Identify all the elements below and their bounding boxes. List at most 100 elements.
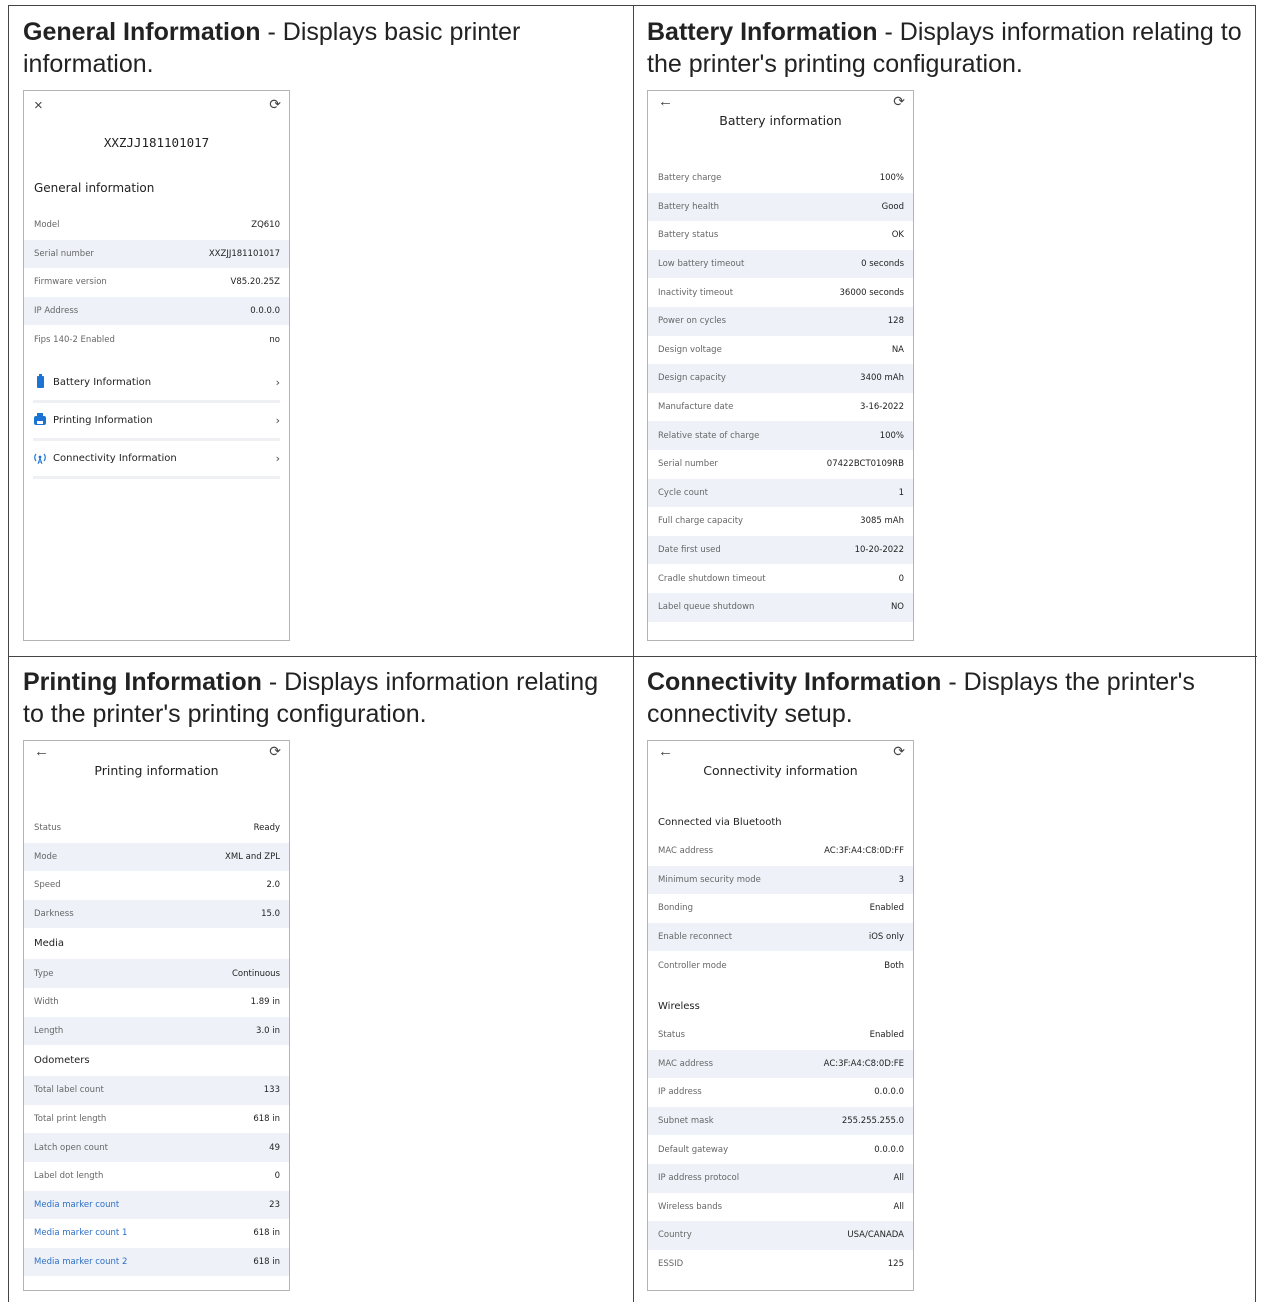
row-value: 100% bbox=[879, 430, 904, 441]
info-row: Cradle shutdown timeout 0 bbox=[648, 564, 913, 593]
info-row: Total print length 618 in bbox=[24, 1105, 289, 1134]
row-label: MAC address bbox=[658, 846, 714, 857]
row-label: MAC address bbox=[658, 1058, 714, 1069]
row-label: Mode bbox=[34, 851, 58, 862]
info-row: Country USA/CANADA bbox=[648, 1221, 913, 1250]
info-row: Status Ready bbox=[24, 814, 289, 843]
row-value: 618 in bbox=[253, 1114, 280, 1125]
row-label: Manufacture date bbox=[658, 402, 734, 413]
row-value: 3.0 in bbox=[256, 1025, 280, 1036]
refresh-icon[interactable]: ⟳ bbox=[893, 93, 905, 110]
refresh-icon[interactable]: ⟳ bbox=[269, 743, 281, 760]
nav-item-battery[interactable]: Battery Information › bbox=[33, 365, 280, 403]
row-value: iOS only bbox=[868, 932, 904, 943]
row-label: Power on cycles bbox=[658, 316, 727, 327]
row-value: 1 bbox=[898, 487, 904, 498]
row-value: 0 seconds bbox=[861, 259, 904, 270]
info-row: Manufacture date 3-16-2022 bbox=[648, 393, 913, 422]
info-row: Inactivity timeout 36000 seconds bbox=[648, 278, 913, 307]
row-label: Total label count bbox=[34, 1085, 104, 1096]
row-label: Controller mode bbox=[658, 960, 727, 971]
info-row: Battery status OK bbox=[648, 221, 913, 250]
row-label[interactable]: Media marker count 1 bbox=[34, 1228, 127, 1238]
row-label[interactable]: Media marker count 2 bbox=[34, 1257, 127, 1267]
info-row: Bonding Enabled bbox=[648, 894, 913, 923]
row-value: NA bbox=[891, 344, 904, 355]
wireless-rows: Status Enabled MAC address AC:3F:A4:C8:0D:F… bbox=[648, 1021, 913, 1278]
row-label: Latch open count bbox=[34, 1142, 108, 1153]
row-label: Firmware version bbox=[34, 277, 107, 288]
row-label: Battery status bbox=[658, 230, 719, 241]
info-row: Length 3.0 in bbox=[24, 1016, 289, 1046]
row-label: Default gateway bbox=[658, 1144, 729, 1155]
info-row: Wireless bands All bbox=[648, 1193, 913, 1222]
row-label: Serial number bbox=[34, 248, 94, 259]
info-row: Full charge capacity 3085 mAh bbox=[648, 507, 913, 536]
row-label: Type bbox=[34, 968, 54, 979]
info-row: Media marker count 23 bbox=[24, 1190, 289, 1220]
row-label: ESSID bbox=[658, 1259, 684, 1270]
info-row: Status Enabled bbox=[648, 1021, 913, 1050]
nav-item-printer[interactable]: Printing Information › bbox=[33, 403, 280, 441]
connectivity-caption: Connectivity Information - Displays the … bbox=[647, 666, 1247, 730]
general-cell: General Information - Displays basic pri… bbox=[9, 6, 633, 656]
bluetooth-rows: MAC address AC:3F:A4:C8:0D:FF Minimum secu… bbox=[648, 837, 913, 980]
info-row: Firmware version V85.20.25Z bbox=[24, 268, 289, 297]
info-row: Serial number XXZJJ181101017 bbox=[24, 239, 289, 269]
row-label[interactable]: Media marker count bbox=[34, 1200, 119, 1210]
info-row: Serial number 07422BCT0109RB bbox=[648, 450, 913, 479]
info-row: Width 1.89 in bbox=[24, 988, 289, 1017]
info-row: Relative state of charge 100% bbox=[648, 421, 913, 450]
info-row: IP address 0.0.0.0 bbox=[648, 1078, 913, 1107]
general-section-title: General information bbox=[34, 181, 155, 195]
info-row: MAC address AC:3F:A4:C8:0D:FF bbox=[648, 837, 913, 866]
chevron-right-icon: › bbox=[275, 413, 280, 427]
row-value: OK bbox=[891, 230, 904, 241]
row-label: Model bbox=[34, 220, 60, 231]
odometer-rows: Total label count 133 Total print length 61… bbox=[24, 1076, 289, 1277]
row-label: Speed bbox=[34, 880, 61, 891]
row-value: V85.20.25Z bbox=[230, 277, 281, 288]
row-value: 3-16-2022 bbox=[860, 402, 904, 413]
row-value: AC:3F:A4:C8:0D:FF bbox=[824, 846, 904, 857]
row-value: Good bbox=[881, 201, 904, 212]
odometers-section-title: Odometers bbox=[34, 1055, 90, 1067]
row-value: 255.255.255.0 bbox=[841, 1116, 904, 1127]
back-icon[interactable]: ← bbox=[34, 743, 49, 760]
row-label: Serial number bbox=[658, 459, 718, 470]
back-icon[interactable]: ← bbox=[658, 93, 673, 110]
row-value: 0 bbox=[898, 573, 904, 584]
row-label: Minimum security mode bbox=[658, 874, 761, 885]
row-label: Full charge capacity bbox=[658, 516, 744, 527]
close-icon[interactable]: × bbox=[34, 97, 43, 114]
info-row: Cycle count 1 bbox=[648, 478, 913, 508]
info-row: IP Address 0.0.0.0 bbox=[24, 296, 289, 326]
refresh-icon[interactable]: ⟳ bbox=[269, 96, 281, 113]
nav-item-label: Battery Information bbox=[53, 376, 152, 388]
info-row: Controller mode Both bbox=[648, 951, 913, 980]
row-value: 1.89 in bbox=[250, 997, 280, 1008]
refresh-icon[interactable]: ⟳ bbox=[893, 743, 905, 760]
back-icon[interactable]: ← bbox=[658, 743, 673, 760]
row-value: 15.0 bbox=[261, 909, 280, 920]
battery-rows: Battery charge 100% Battery health Good Batt… bbox=[648, 164, 913, 622]
row-value: 100% bbox=[879, 173, 904, 184]
row-value: 2.0 bbox=[266, 880, 280, 891]
media-rows: Type Continuous Width 1.89 in Length 3.0 in bbox=[24, 959, 289, 1046]
info-row: Fips 140-2 Enabled no bbox=[24, 325, 289, 354]
general-caption: General Information - Displays basic pri… bbox=[23, 16, 623, 80]
wireless-section-title: Wireless bbox=[658, 1001, 700, 1013]
printer-icon bbox=[33, 412, 47, 425]
nav-item-wireless[interactable]: Connectivity Information › bbox=[33, 441, 280, 479]
bluetooth-section-title: Connected via Bluetooth bbox=[658, 816, 782, 828]
row-label: Country bbox=[658, 1230, 692, 1241]
chevron-right-icon: › bbox=[275, 375, 280, 389]
connectivity-caption-bold: Connectivity Information bbox=[647, 668, 942, 696]
row-value: 3 bbox=[898, 874, 904, 885]
row-value: 10-20-2022 bbox=[854, 545, 904, 556]
device-name: XXZJJ181101017 bbox=[103, 135, 210, 150]
row-value: Enabled bbox=[869, 1030, 904, 1041]
nav-item-label: Printing Information bbox=[53, 414, 153, 426]
row-label: Design capacity bbox=[658, 373, 726, 384]
printing-topbar: ← ⟳ bbox=[24, 741, 289, 763]
